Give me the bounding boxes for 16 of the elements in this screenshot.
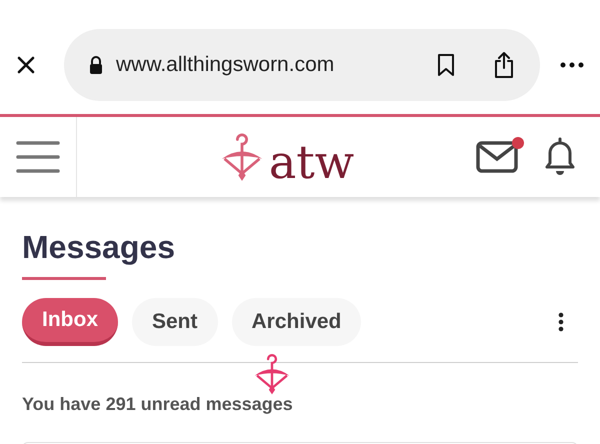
message-tab[interactable]: Archived xyxy=(232,298,362,346)
url-text: www.allthingsworn.com xyxy=(116,52,336,78)
address-bar[interactable]: www.allthingsworn.com xyxy=(64,29,540,101)
mail-icon[interactable] xyxy=(476,141,518,173)
more-options-icon[interactable] xyxy=(558,312,564,332)
close-icon[interactable] xyxy=(16,55,36,75)
unread-summary: You have 291 unread messages xyxy=(22,393,294,416)
share-icon[interactable] xyxy=(492,51,516,79)
menu-icon[interactable] xyxy=(16,140,60,174)
bookmark-icon[interactable] xyxy=(436,53,456,77)
page-title: Messages xyxy=(22,231,175,263)
logo-text[interactable]: atw xyxy=(268,139,354,185)
message-tab[interactable]: Sent xyxy=(132,298,218,346)
lock-icon xyxy=(88,55,104,75)
message-tab[interactable]: Inbox xyxy=(22,298,118,346)
more-icon[interactable] xyxy=(560,61,584,69)
